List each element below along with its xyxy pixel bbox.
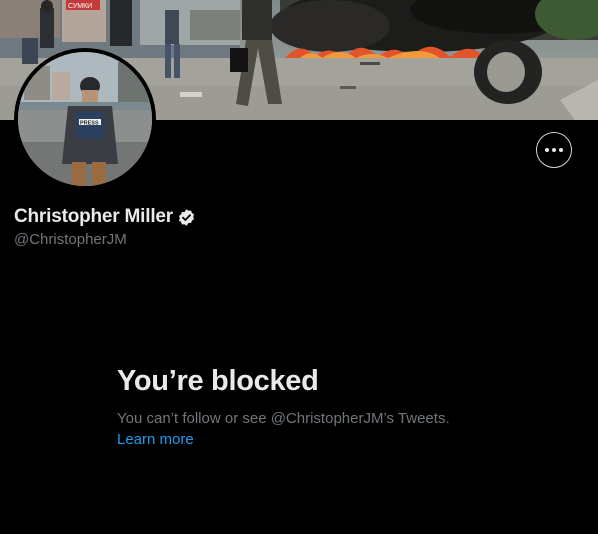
verified-badge-icon[interactable]	[177, 208, 196, 227]
learn-more-link[interactable]: Learn more	[117, 431, 194, 448]
profile-handle: @ChristopherJM	[14, 231, 127, 248]
more-horizontal-icon	[545, 148, 549, 152]
display-name: Christopher Miller	[14, 206, 173, 227]
blocked-description: You can’t follow or see @ChristopherJM’s…	[117, 410, 450, 427]
avatar-photo: PRESS	[18, 52, 152, 186]
blocked-title: You’re blocked	[117, 365, 319, 397]
more-options-button[interactable]	[536, 132, 572, 168]
profile-page: СУМКИ PRESS Christopher Miller @Christop…	[0, 0, 598, 534]
more-horizontal-icon-dot	[552, 148, 556, 152]
shop-sign: СУМКИ	[68, 3, 92, 10]
more-horizontal-icon-dot	[559, 148, 563, 152]
profile-avatar[interactable]: PRESS	[14, 48, 156, 190]
press-label: PRESS	[80, 121, 99, 127]
profile-name-row: Christopher Miller	[14, 206, 196, 228]
